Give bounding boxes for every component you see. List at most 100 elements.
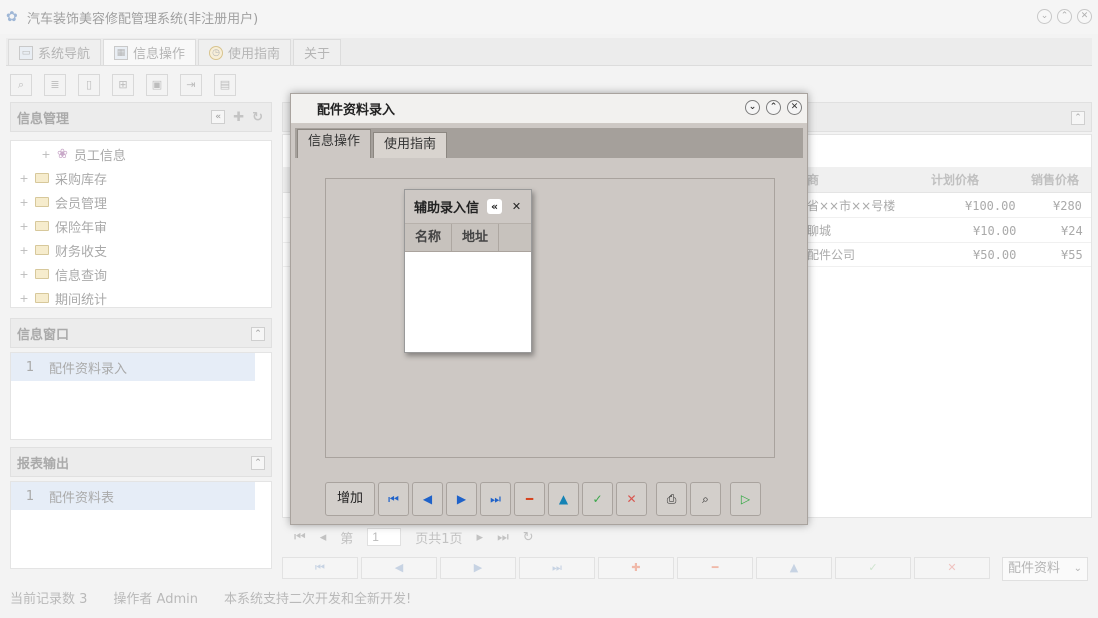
first-record-button[interactable]: ⏮ (282, 557, 358, 579)
tab-label: 信息操作 (133, 47, 186, 62)
column-header[interactable]: 商 (807, 167, 819, 191)
add-record-button[interactable]: ✚ (598, 557, 674, 579)
dialog-title: 配件资料录入 (317, 103, 396, 118)
maximize-icon[interactable]: ⌃ (766, 100, 781, 115)
cancel-icon[interactable]: ✕ (616, 482, 647, 516)
next-record-icon[interactable]: ▶ (446, 482, 477, 516)
minimize-icon[interactable]: ⌄ (1037, 9, 1052, 24)
tree-label: 保险年审 (55, 220, 108, 236)
tab-info-operation[interactable]: 信息操作 (297, 129, 372, 158)
confirm-button[interactable]: ✓ (835, 557, 911, 579)
next-page-icon[interactable]: ▸ (477, 530, 484, 545)
first-record-icon[interactable]: ⏮ (378, 482, 409, 516)
search-icon[interactable]: ⌕ (10, 74, 32, 96)
tree-item-purchase[interactable]: + 采购库存 (11, 166, 271, 190)
pager-suffix: 页共1页 (415, 531, 463, 547)
close-icon[interactable]: ✕ (787, 100, 802, 115)
tree-item-staff[interactable]: + ❀ 员工信息 (11, 142, 271, 166)
prev-record-button[interactable]: ◀ (361, 557, 437, 579)
close-icon[interactable]: ✕ (1077, 9, 1092, 24)
delete-record-button[interactable]: ━ (677, 557, 753, 579)
collapse-up-icon[interactable]: ⌃ (251, 456, 265, 470)
close-icon[interactable]: ✕ (509, 199, 524, 214)
print-icon[interactable]: ▤ (214, 74, 236, 96)
report-select[interactable]: 配件资料 ⌄ (1002, 557, 1088, 581)
window-icon[interactable]: ▣ (146, 74, 168, 96)
list-item[interactable]: 1 配件资料录入 (11, 353, 255, 381)
expand-icon[interactable]: + (19, 268, 29, 281)
prev-record-icon[interactable]: ◀ (412, 482, 443, 516)
collapse-left-icon[interactable]: « (211, 110, 226, 124)
expand-icon[interactable]: + (19, 196, 29, 209)
page-number-input[interactable] (367, 528, 402, 546)
print-preview-icon[interactable]: ⌕ (690, 482, 721, 516)
edit-record-button[interactable]: ▲ (756, 557, 832, 579)
delete-icon[interactable]: ━ (514, 482, 545, 516)
print-icon[interactable]: ⎙ (656, 482, 687, 516)
prev-page-icon[interactable]: ◂ (320, 530, 327, 545)
expand-icon[interactable]: + (19, 220, 29, 233)
expand-icon[interactable]: + (19, 172, 29, 185)
confirm-icon[interactable]: ✓ (582, 482, 613, 516)
refresh-icon[interactable]: ↻ (523, 530, 534, 545)
aux-grid-header: 名称 地址 (405, 224, 531, 252)
pager: ⏮ ◂ 第 页共1页 ▸ ⏭ ↻ (282, 524, 1092, 550)
column-header[interactable]: 名称 (405, 224, 453, 251)
dialog-controls: ⌄ ⌃ ✕ (745, 100, 802, 115)
tab-info-operation[interactable]: ▦ 信息操作 (103, 39, 197, 65)
panel-title: 信息窗口 (17, 327, 70, 343)
next-record-button[interactable]: ▶ (440, 557, 516, 579)
column-header[interactable]: 计划价格 (931, 167, 979, 191)
document-icon[interactable]: ▯ (78, 74, 100, 96)
edit-icon[interactable]: ▲ (548, 482, 579, 516)
tab-label: 使用指南 (228, 47, 281, 62)
tree-item-query[interactable]: + 信息查询 (11, 262, 271, 286)
aux-window-title: 辅助录入信 (414, 201, 480, 216)
last-record-button[interactable]: ⏭ (519, 557, 595, 579)
org-chart-icon[interactable]: ⊞ (112, 74, 134, 96)
minimize-icon[interactable]: ⌄ (745, 100, 760, 115)
expand-icon[interactable]: + (41, 148, 51, 161)
last-record-icon[interactable]: ⏭ (480, 482, 511, 516)
last-page-icon[interactable]: ⏭ (497, 530, 509, 545)
row-number: 1 (25, 488, 35, 504)
record-count: 当前记录数 3 (10, 591, 88, 607)
panel-title: 信息管理 (17, 111, 70, 127)
record-nav-buttons: ⏮ ◀ ▶ ⏭ ✚ ━ ▲ ✓ ✕ (282, 557, 990, 579)
add-icon[interactable]: ✚ (233, 110, 244, 125)
maximize-icon[interactable]: ⌃ (1057, 9, 1072, 24)
tree-item-stats[interactable]: + 期间统计 (11, 286, 271, 310)
list-icon[interactable]: ≣ (44, 74, 66, 96)
tree-item-finance[interactable]: + 财务收支 (11, 238, 271, 262)
column-header[interactable]: 地址 (452, 224, 500, 251)
tab-about[interactable]: 关于 (293, 39, 342, 65)
export-icon[interactable]: ⇥ (180, 74, 202, 96)
tab-system-nav[interactable]: ▭ 系统导航 (8, 39, 102, 65)
list-item[interactable]: 1 配件资料表 (11, 482, 255, 510)
tree-item-insurance[interactable]: + 保险年审 (11, 214, 271, 238)
collapse-left-icon[interactable]: « (487, 199, 502, 214)
first-page-icon[interactable]: ⏮ (294, 530, 306, 545)
tree-item-member[interactable]: + 会员管理 (11, 190, 271, 214)
tree-label: 采购库存 (55, 172, 108, 188)
main-toolbar: ⌕ ≣ ▯ ⊞ ▣ ⇥ ▤ (10, 74, 236, 96)
tab-user-guide[interactable]: ◷ 使用指南 (198, 39, 292, 65)
cancel-button[interactable]: ✕ (914, 557, 990, 579)
tab-user-guide[interactable]: 使用指南 (373, 132, 448, 158)
collapse-up-icon[interactable]: ⌃ (251, 327, 265, 341)
info-mgmt-header: 信息管理 « ✚ ↻ (10, 102, 272, 132)
info-window-list: 1 配件资料录入 (10, 352, 272, 440)
staff-icon: ❀ (57, 146, 68, 162)
table-cell: ¥24 (1061, 224, 1083, 238)
collapse-up-icon[interactable]: ⌃ (1071, 111, 1085, 125)
tab-label: 关于 (304, 47, 331, 62)
expand-icon[interactable]: + (19, 292, 29, 305)
refresh-icon[interactable]: ↻ (252, 110, 263, 125)
add-button[interactable]: 增加 (325, 482, 375, 516)
tree-label: 信息查询 (55, 268, 108, 284)
table-cell: ¥280 (1053, 199, 1082, 213)
expand-icon[interactable]: + (19, 244, 29, 257)
run-icon[interactable]: ▷ (730, 482, 761, 516)
title-bar: ✿ 汽车装饰美容修配管理系统(非注册用户) ⌄ ⌃ ✕ (0, 0, 1098, 34)
column-header[interactable]: 销售价格 (1031, 167, 1079, 191)
